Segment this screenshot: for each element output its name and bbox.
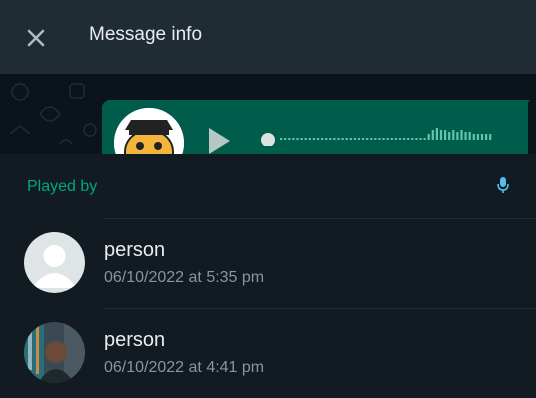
default-avatar-icon — [24, 232, 85, 293]
receipt-time: 06/10/2022 at 5:35 pm — [104, 269, 265, 286]
receipt-name: person — [104, 329, 166, 351]
receipt-row[interactable]: person 06/10/2022 at 5:35 pm — [0, 218, 536, 308]
played-by-panel: Played by person 06/10/2022 at 5:35 pm p… — [0, 154, 536, 394]
photo-avatar — [24, 322, 85, 383]
microphone-icon — [496, 176, 510, 196]
bubble-tail — [520, 100, 530, 112]
receipt-time: 06/10/2022 at 4:41 pm — [104, 359, 265, 376]
play-icon[interactable] — [206, 126, 232, 154]
sticker-avatar-icon — [114, 108, 184, 154]
close-icon[interactable] — [22, 24, 50, 52]
divider — [104, 218, 536, 219]
voice-waveform[interactable] — [258, 126, 498, 146]
voice-message-bubble[interactable] — [102, 100, 528, 154]
divider — [104, 308, 536, 309]
page-title: Message info — [89, 24, 203, 45]
section-label: Played by — [27, 178, 98, 195]
header: Message info — [0, 0, 536, 74]
receipt-row[interactable]: person 06/10/2022 at 4:41 pm — [0, 308, 536, 398]
receipt-name: person — [104, 239, 166, 261]
